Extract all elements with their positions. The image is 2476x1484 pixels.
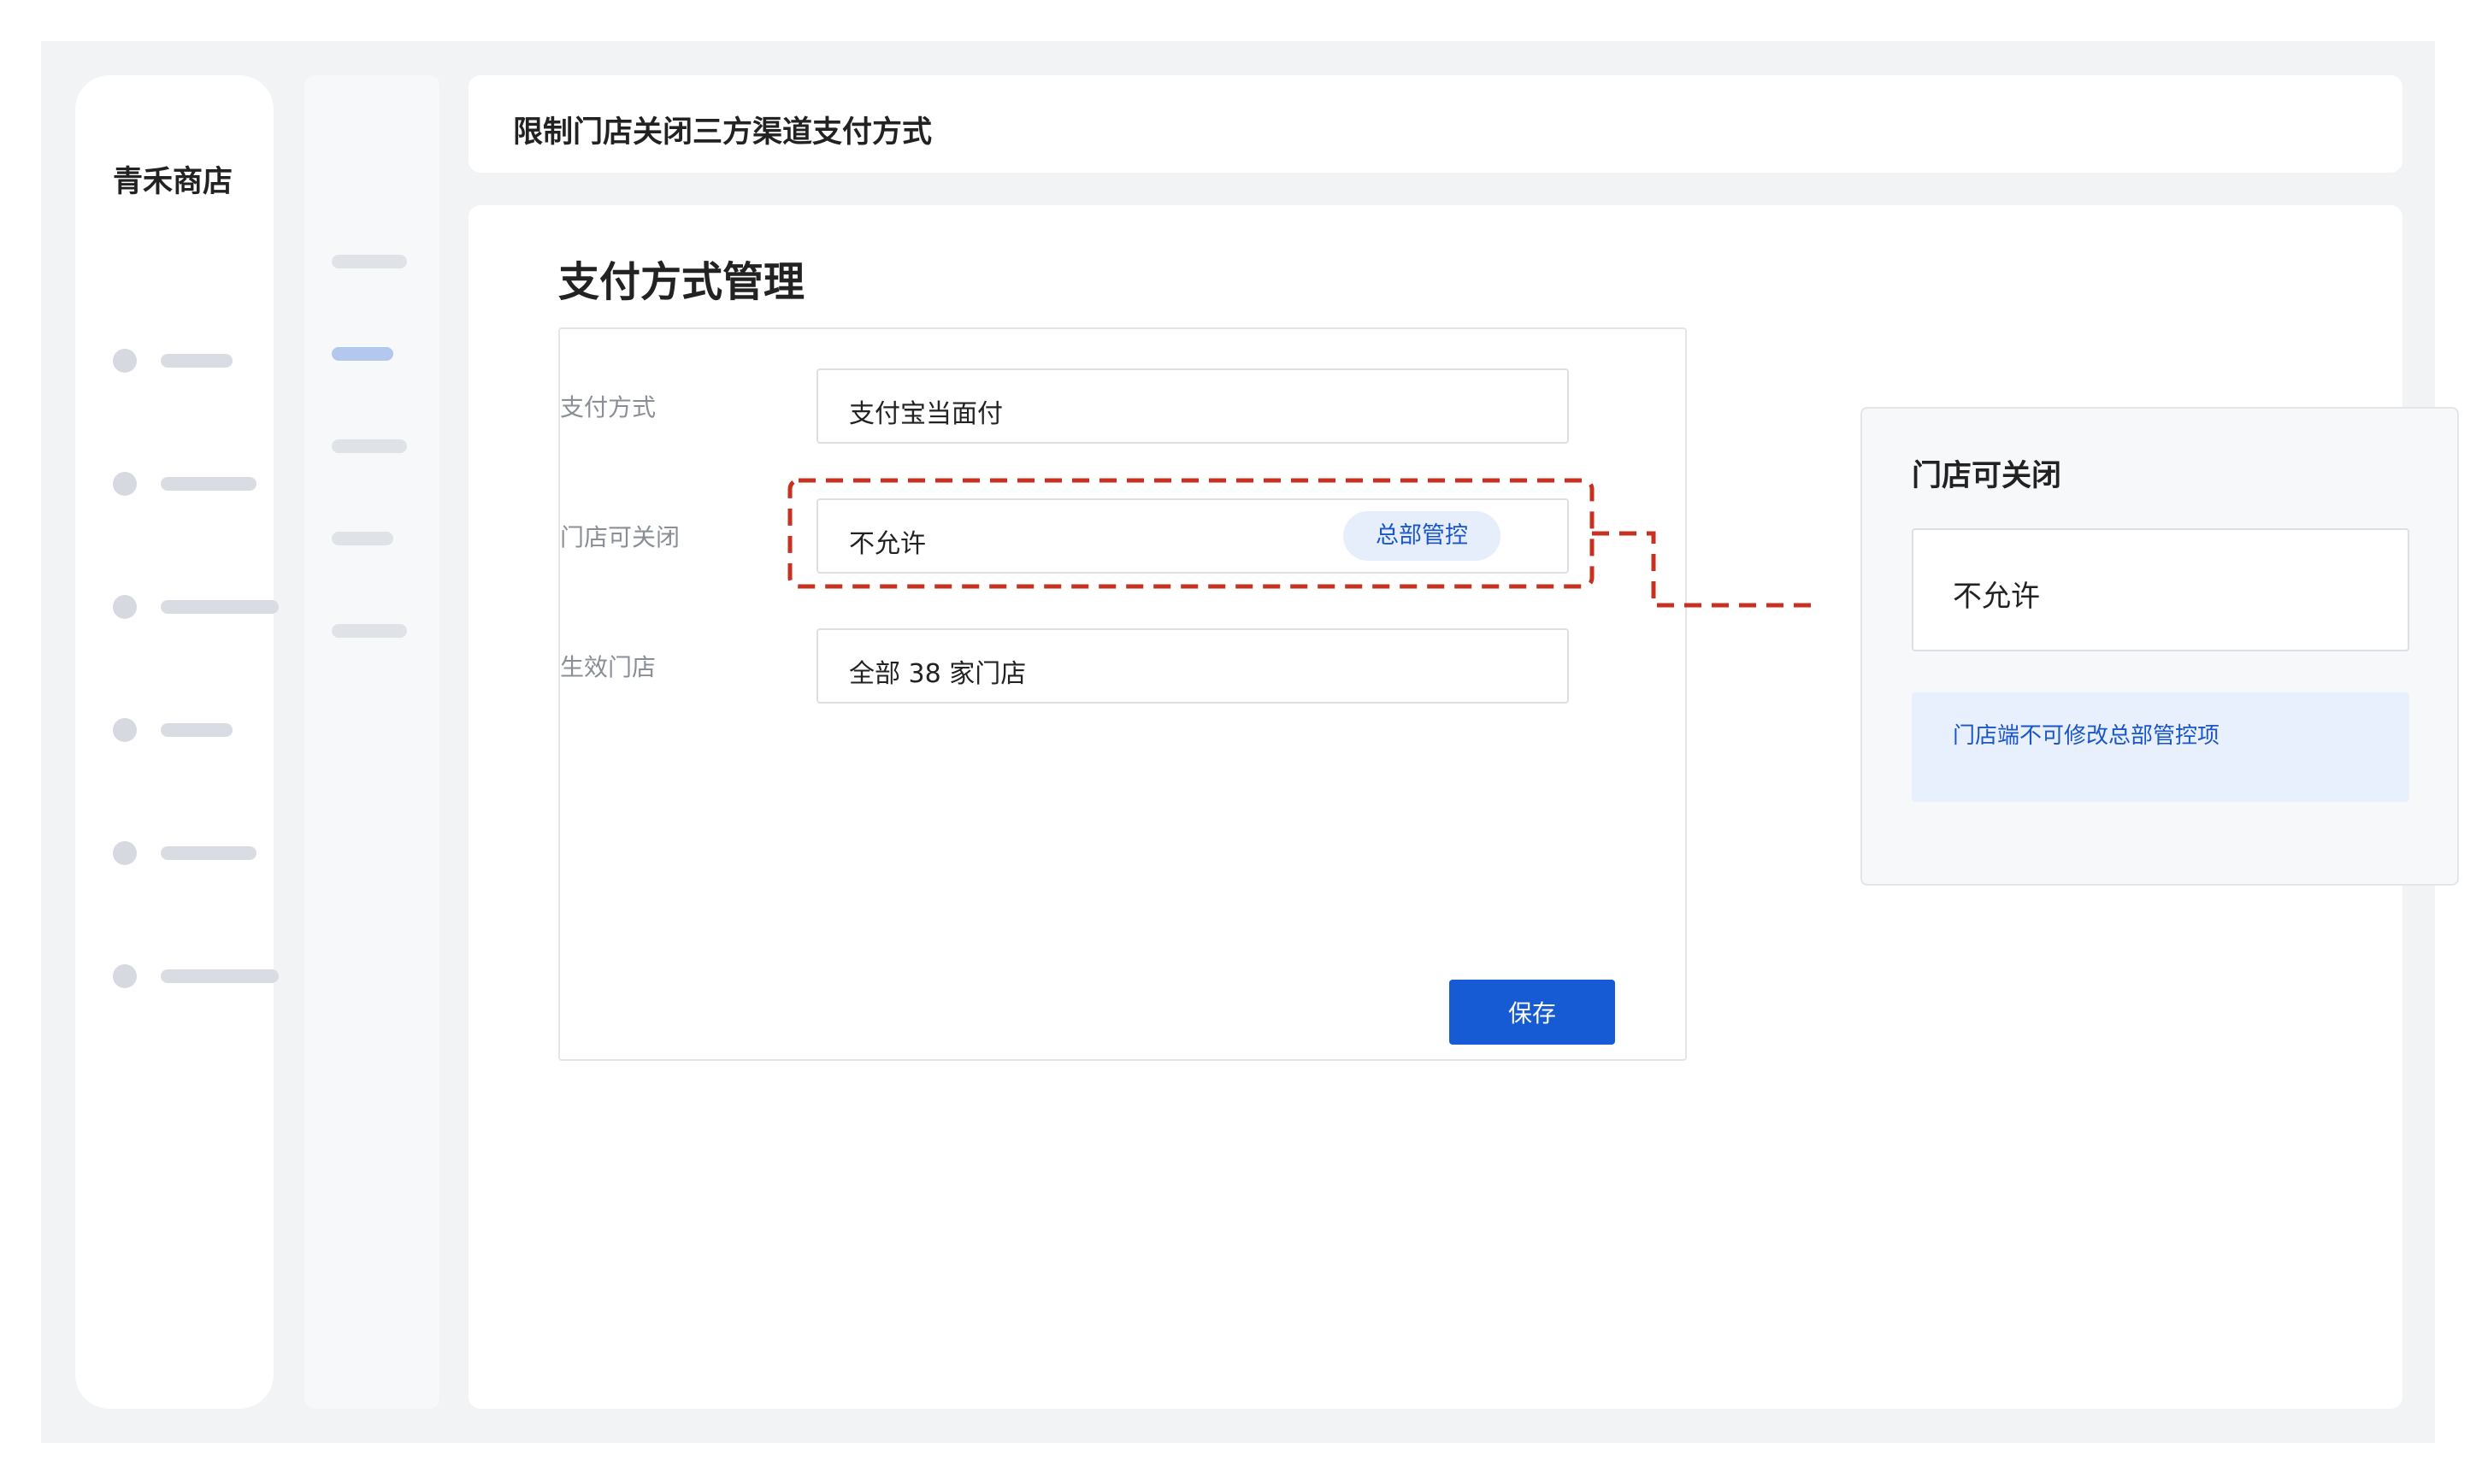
secondary-nav — [304, 75, 439, 1409]
brand-name: 青禾商店 — [113, 165, 233, 199]
placeholder-dot-icon — [113, 964, 137, 988]
callout-note-text: 门店端不可修改总部管控项 — [1953, 723, 2220, 749]
callout-title: 门店可关闭 — [1912, 459, 2062, 493]
placeholder-text-bar — [161, 600, 279, 614]
payment-method-field[interactable]: 支付宝当面付 — [816, 368, 1569, 444]
app-canvas: 青禾商店 限制门店关闭三方渠道支付方式 支付方式管理 支付方式 支付宝当面付 门… — [41, 41, 2459, 1443]
callout-value: 不允许 — [1953, 580, 2040, 614]
callout-value-field: 不允许 — [1912, 528, 2409, 651]
placeholder-text-bar — [161, 354, 233, 368]
payment-form-card: 支付方式 支付宝当面付 门店可关闭 不允许 总部管控 生效门店 全部 38 家门… — [558, 327, 1687, 1061]
store-closable-field[interactable]: 不允许 总部管控 — [816, 498, 1569, 574]
subnav-item[interactable] — [332, 624, 407, 638]
save-button[interactable]: 保存 — [1449, 980, 1615, 1045]
placeholder-text-bar — [161, 723, 233, 737]
header-title: 限制门店关闭三方渠道支付方式 — [513, 115, 933, 150]
page-header: 限制门店关闭三方渠道支付方式 — [469, 75, 2402, 173]
subnav-item-active[interactable] — [332, 347, 393, 361]
payment-method-value: 支付宝当面付 — [849, 399, 1003, 429]
detail-callout-panel: 门店可关闭 不允许 门店端不可修改总部管控项 — [1860, 407, 2459, 886]
payment-method-label: 支付方式 — [560, 393, 657, 421]
subnav-item[interactable] — [332, 439, 407, 453]
placeholder-dot-icon — [113, 595, 137, 619]
effective-stores-field[interactable]: 全部 38 家门店 — [816, 628, 1569, 704]
store-closable-value: 不允许 — [849, 529, 926, 559]
placeholder-dot-icon — [113, 472, 137, 496]
placeholder-dot-icon — [113, 349, 137, 373]
hq-control-badge: 总部管控 — [1343, 511, 1500, 561]
placeholder-dot-icon — [113, 841, 137, 865]
subnav-item[interactable] — [332, 255, 407, 268]
effective-stores-label: 生效门店 — [560, 653, 657, 681]
callout-note: 门店端不可修改总部管控项 — [1912, 692, 2409, 802]
placeholder-text-bar — [161, 846, 256, 860]
placeholder-dot-icon — [113, 718, 137, 742]
page-title: 支付方式管理 — [558, 258, 805, 306]
placeholder-text-bar — [161, 969, 279, 983]
store-closable-label: 门店可关闭 — [560, 523, 681, 551]
effective-stores-value: 全部 38 家门店 — [849, 659, 1027, 689]
sidebar: 青禾商店 — [75, 75, 279, 1409]
subnav-item[interactable] — [332, 532, 393, 545]
placeholder-text-bar — [161, 477, 256, 491]
